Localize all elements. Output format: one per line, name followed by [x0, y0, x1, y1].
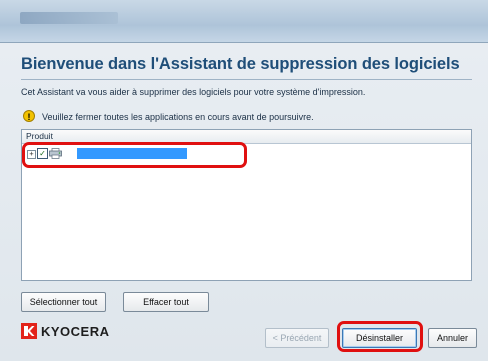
- column-header-label: Produit: [26, 131, 53, 141]
- cancel-button[interactable]: Annuler: [428, 328, 477, 348]
- highlight-annotation-product: [22, 142, 247, 168]
- logo-text: KYOCERA: [41, 323, 110, 339]
- select-all-button[interactable]: Sélectionner tout: [21, 292, 106, 312]
- kyocera-logo-mark-icon: [21, 323, 37, 339]
- title-bar: [0, 0, 488, 43]
- page-title: Bienvenue dans l'Assistant de suppressio…: [21, 55, 460, 73]
- warning-icon: !: [23, 110, 35, 122]
- description-text: Cet Assistant va vous aider à supprimer …: [21, 87, 366, 97]
- wizard-window: Bienvenue dans l'Assistant de suppressio…: [0, 0, 488, 361]
- clear-all-button[interactable]: Effacer tout: [123, 292, 209, 312]
- window-title-obscured: [20, 12, 118, 24]
- kyocera-logo: KYOCERA: [21, 323, 110, 339]
- warning-text: Veuillez fermer toutes les applications …: [42, 112, 314, 122]
- previous-button[interactable]: < Précédent: [265, 328, 329, 348]
- divider: [21, 79, 472, 80]
- highlight-annotation-uninstall: [337, 321, 423, 352]
